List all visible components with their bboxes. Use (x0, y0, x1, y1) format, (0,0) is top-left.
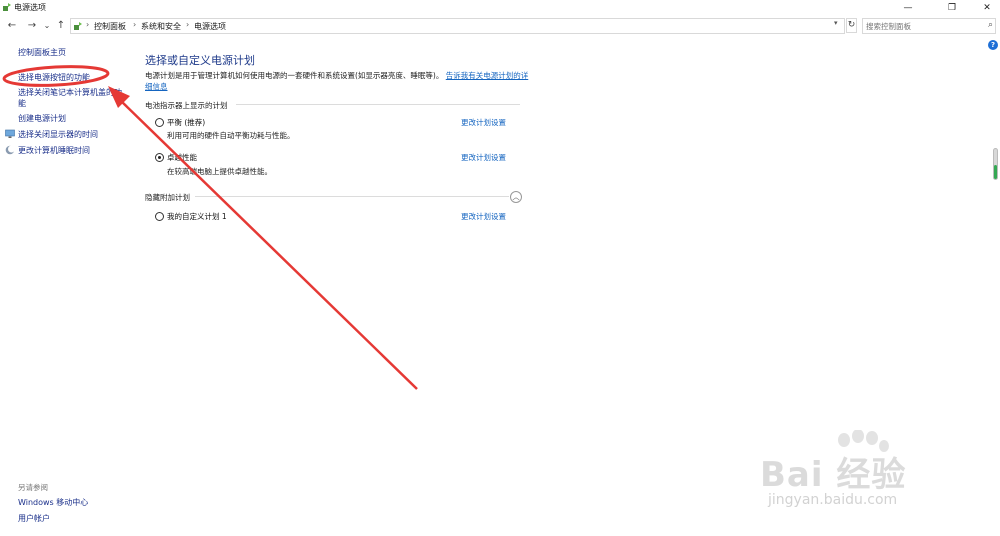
recent-locations-button[interactable]: ⌄ (41, 19, 53, 33)
up-button[interactable]: ↑ (55, 19, 67, 33)
moon-icon (5, 145, 15, 155)
breadcrumb-control-panel[interactable]: 控制面板 (94, 21, 126, 32)
back-button[interactable]: ← (6, 19, 18, 33)
plan-radio-ultimate[interactable] (155, 153, 164, 162)
scrollbar-thumb[interactable] (994, 165, 997, 179)
watermark-url: jingyan.baidu.com (768, 492, 898, 508)
window-title: 电源选项 (14, 3, 46, 12)
plan-name-balanced: 平衡 (推荐) (167, 118, 206, 127)
power-options-icon (3, 3, 11, 11)
sidebar-item-lid-close[interactable]: 选择关闭笔记本计算机盖的功 (18, 87, 122, 98)
breadcrumb-separator: › (86, 20, 90, 29)
sidebar-item-lid-close-cont[interactable]: 能 (18, 98, 26, 109)
control-panel-icon (74, 22, 82, 30)
chevron-up-icon[interactable]: ︿ (510, 191, 522, 203)
search-icon[interactable]: ⌕ (988, 20, 993, 30)
sidebar-item-sleep-time[interactable]: 更改计算机睡眠时间 (18, 145, 90, 156)
plan-name-custom: 我的自定义计划 1 (167, 212, 227, 221)
divider (195, 196, 509, 197)
change-plan-settings-link[interactable]: 更改计划设置 (461, 152, 506, 163)
plan-desc-ultimate: 在较高端电脑上提供卓越性能。 (167, 167, 272, 176)
description-text: 电源计划是用于管理计算机如何使用电源的一套硬件和系统设置(如显示器亮度、睡眠等)… (145, 71, 444, 80)
forward-button[interactable]: → (26, 19, 38, 33)
battery-group-label: 电池指示器上显示的计划 (145, 101, 228, 110)
divider (236, 104, 520, 105)
user-accounts-link[interactable]: 用户帐户 (18, 513, 50, 524)
change-plan-settings-link[interactable]: 更改计划设置 (461, 211, 506, 222)
watermark-logo: Bai 经验 (760, 455, 907, 495)
title-bar: 电源选项 — ❐ ✕ (0, 0, 1000, 15)
address-bar[interactable]: › 控制面板 › 系统和安全 › 电源选项 (70, 18, 845, 34)
maximize-button[interactable]: ❐ (939, 0, 965, 15)
page-title: 选择或自定义电源计划 (145, 54, 255, 67)
change-plan-settings-link[interactable]: 更改计划设置 (461, 117, 506, 128)
breadcrumb-power-options[interactable]: 电源选项 (194, 21, 226, 32)
sidebar-item-create-plan[interactable]: 创建电源计划 (18, 113, 66, 124)
plan-description: 电源计划是用于管理计算机如何使用电源的一套硬件和系统设置(如显示器亮度、睡眠等)… (145, 70, 530, 92)
breadcrumb-separator: › (133, 20, 137, 29)
see-also-heading: 另请参阅 (18, 483, 48, 492)
plan-radio-balanced[interactable] (155, 118, 164, 127)
annotation-arrow-line (119, 99, 418, 390)
minimize-button[interactable]: — (895, 0, 921, 15)
chevron-down-icon[interactable]: ▾ (834, 19, 838, 27)
breadcrumb-system-security[interactable]: 系统和安全 (141, 21, 181, 32)
help-button[interactable]: ? (988, 40, 998, 50)
monitor-icon (5, 129, 15, 138)
refresh-button[interactable]: ↻ (846, 18, 857, 33)
plan-radio-custom[interactable] (155, 212, 164, 221)
address-row: ← → ⌄ ↑ › 控制面板 › 系统和安全 › 电源选项 ▾ ↻ ⌕ (0, 17, 1000, 35)
close-button[interactable]: ✕ (974, 0, 1000, 15)
plan-name-ultimate: 卓越性能 (167, 153, 197, 162)
breadcrumb-separator: › (186, 20, 190, 29)
mobility-center-link[interactable]: Windows 移动中心 (18, 497, 88, 508)
plan-desc-balanced: 利用可用的硬件自动平衡功耗与性能。 (167, 131, 295, 140)
sidebar-item-power-buttons[interactable]: 选择电源按钮的功能 (18, 72, 90, 83)
sidebar-item-display-off[interactable]: 选择关闭显示器的时间 (18, 129, 98, 140)
search-box[interactable]: ⌕ (862, 18, 996, 34)
hidden-plans-label: 隐藏附加计划 (145, 193, 190, 202)
search-input[interactable] (863, 19, 981, 33)
sidebar-home-link[interactable]: 控制面板主页 (18, 47, 66, 58)
